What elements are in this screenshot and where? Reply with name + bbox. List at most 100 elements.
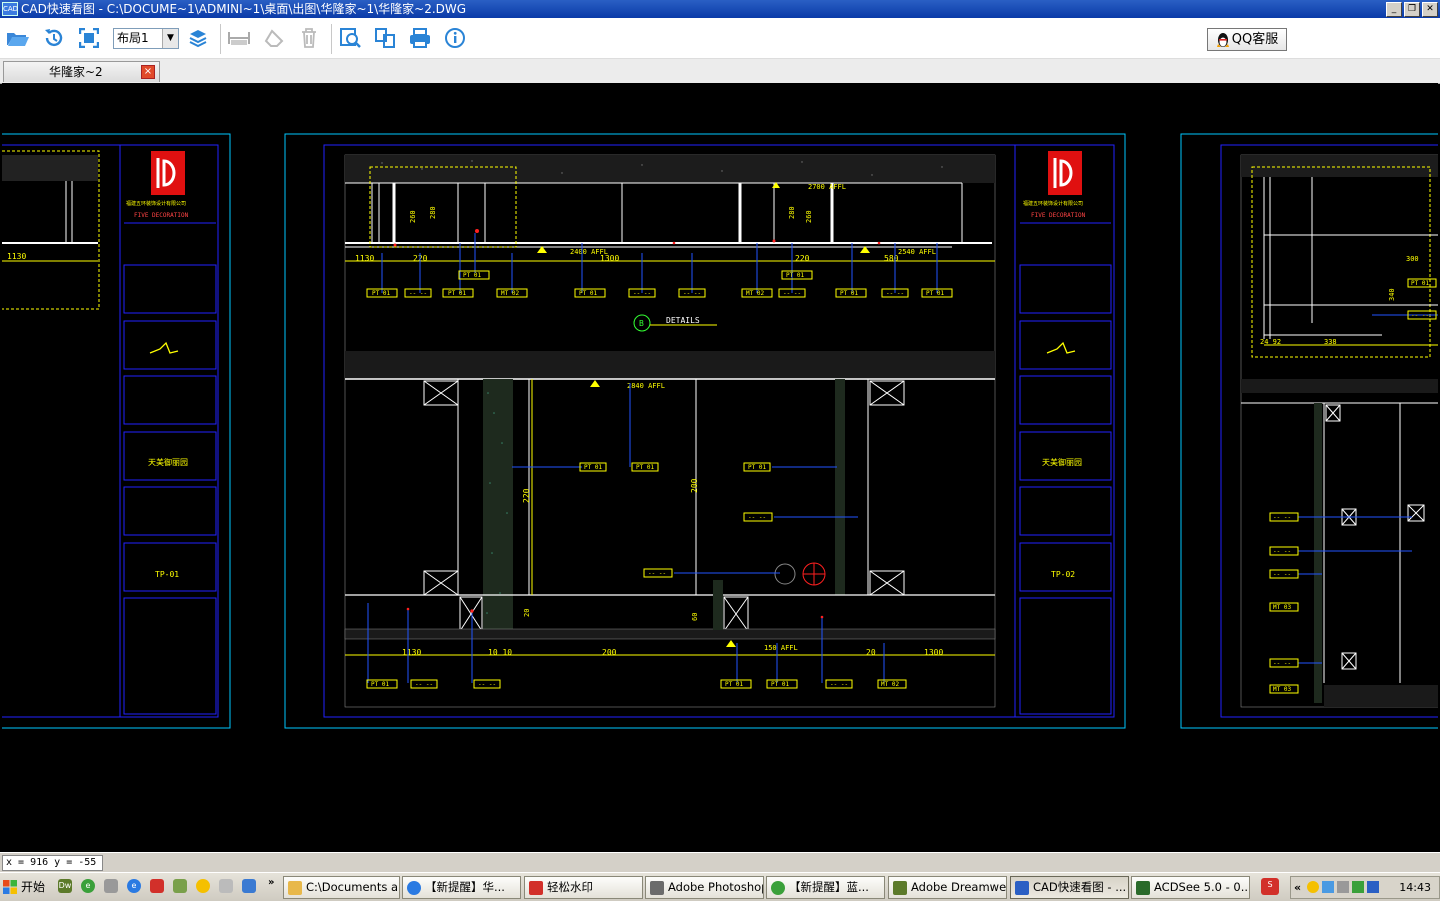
windows-logo-icon [3,880,17,894]
drawing-canvas[interactable]: 福建五环装饰设计有限公司 FIVE DECORATION 天美御丽园 TP-01… [2,83,1438,852]
level-2700: 2700 AFFL [808,183,846,191]
fit-screen-icon [79,28,99,48]
tray-volume-icon[interactable] [1337,881,1349,893]
quicklaunch-watermark-icon[interactable] [150,879,164,893]
quicklaunch-desktop-icon[interactable] [242,879,256,893]
dreamweaver-icon [893,880,907,895]
quicklaunch-dreamweaver-icon[interactable]: Dw [58,879,72,893]
erase-button[interactable] [261,26,287,50]
task-acdsee[interactable]: ACDSee 5.0 - 0... [1131,876,1250,899]
tag-dash-j: -- -- [830,681,848,688]
company-name-left: FIVE DECORATION [134,212,189,219]
restore-button[interactable]: ❐ [1404,1,1420,17]
printer-icon [410,28,430,48]
title-bar: CAD CAD快速看图 - C:\DOCUME~1\ADMINI~1\桌面\出图… [0,0,1440,18]
tag-pt01-c: PT 01 [463,272,481,279]
tab-close-button[interactable]: × [141,65,155,79]
task-photoshop[interactable]: Adobe Photoshop [645,876,764,899]
start-label: 开始 [21,880,46,894]
browser-icon [771,880,785,895]
document-tab-bar: 华隆家~2 × [0,59,1440,84]
tray-qq-icon[interactable] [1307,881,1319,893]
qq-service-button[interactable]: QQ客服 [1207,28,1287,51]
info-icon [445,28,465,48]
tag-pt01-f: PT 01 [840,290,858,297]
tag-pt01-e: PT 01 [786,272,804,279]
task-dreamweaver-label: Adobe Dreamwe... [911,880,1007,894]
project-name-left: 天美御丽园 [148,457,188,467]
print-button[interactable] [407,26,433,50]
task-dreamweaver[interactable]: Adobe Dreamwe... [888,876,1007,899]
layout-select-value: 布局1 [117,31,149,45]
input-method-icon[interactable]: S [1261,878,1279,895]
right-title-block: 福建五环装饰设计有限公司 FIVE DECORATION 天美御丽园 TP-02 [1019,151,1112,715]
tray-network-icon[interactable] [1322,881,1334,893]
open-file-button[interactable] [5,26,31,50]
quicklaunch-ie-icon[interactable]: e [127,879,141,893]
tag-dash-n: -- -- [1273,660,1291,667]
layout-select[interactable]: 布局1 ▼ [113,28,179,49]
tag-dash-f: -- -- [748,514,766,521]
minimize-button[interactable]: _ [1386,1,1402,17]
quicklaunch-browser-icon[interactable]: e [81,879,95,893]
acdsee-icon [1136,880,1150,895]
refresh-button[interactable] [41,26,67,50]
find-text-button[interactable] [337,26,363,50]
task-browser-lan-label: 【新提醒】蓝... [789,880,869,894]
minimize-icon: _ [1391,3,1397,14]
tray-security-icon[interactable] [1352,881,1364,893]
tag-dash-m: -- -- [1273,571,1291,578]
task-watermark-label: 轻松水印 [547,880,593,894]
dim-580: 580 [884,254,899,263]
watermark-icon [529,880,543,895]
task-browser-lan[interactable]: 【新提醒】蓝... [766,876,885,899]
tag-pt01-l: PT 01 [725,681,743,688]
left-title-block: 福建五环装饰设计有限公司 FIVE DECORATION 天美御丽园 TP-01 [123,151,217,715]
task-browser-hualong[interactable]: 【新提醒】华... [402,876,521,899]
fit-view-button[interactable] [76,26,102,50]
export-button[interactable] [372,26,398,50]
dim-1130-left: 1130 [7,252,26,261]
task-explorer[interactable]: C:\Documents a... [283,876,400,899]
tag-pt01-j: PT 01 [748,464,766,471]
cad-drawing: 福建五环装饰设计有限公司 FIVE DECORATION 天美御丽园 TP-01… [2,133,1438,729]
quicklaunch-notepad-icon[interactable] [104,879,118,893]
svg-text:福建五环装饰设计有限公司: 福建五环装饰设计有限公司 [1023,200,1083,207]
start-button[interactable]: 开始 [2,876,50,898]
task-explorer-label: C:\Documents a... [306,880,400,894]
tag-pt01-m: PT 01 [771,681,789,688]
folder-icon [288,880,302,895]
tray-expand-button[interactable]: « [1294,877,1301,898]
tray-app-icon[interactable] [1367,881,1379,893]
dim-1300-b: 1300 [924,648,943,657]
close-button[interactable]: ✕ [1422,1,1438,17]
delete-button[interactable] [296,26,322,50]
task-watermark[interactable]: 轻松水印 [524,876,643,899]
quicklaunch-qq-icon[interactable] [196,879,210,893]
tag-mt02-c: MT 02 [881,681,899,688]
details-caption: DETAILS [666,316,700,325]
quicklaunch-doc-icon[interactable] [219,879,233,893]
dim-1130: 1130 [355,254,374,263]
dim-24-92: 24 92 [1260,338,1281,346]
dim-260: 260 [409,210,417,223]
company-name-right: FIVE DECORATION [1031,212,1086,219]
level-2400: 2400 AFFL [570,248,608,256]
measure-button[interactable] [226,26,252,50]
tag-pt01-h: PT 01 [584,464,602,471]
tag-mt03-b: MT 03 [1273,686,1291,693]
tag-pt01-k: PT 01 [371,681,389,688]
status-bar: x = 916 y = -55 [0,852,1440,872]
dim-220-c: 220 [522,488,531,503]
tab-document[interactable]: 华隆家~2 × [3,61,160,82]
details-mark: B [639,319,644,328]
quicklaunch-overflow-icon[interactable]: » [268,877,274,888]
close-icon: ✕ [1426,3,1434,14]
browser-icon [407,880,421,895]
tag-dash-k: -- -- [1273,514,1291,521]
layers-button[interactable] [185,26,211,50]
quicklaunch-pen-icon[interactable] [173,879,187,893]
task-cad-viewer[interactable]: CAD快速看图 - ... [1010,876,1129,899]
about-button[interactable] [442,26,468,50]
dim-1130-b: 1130 [402,648,421,657]
